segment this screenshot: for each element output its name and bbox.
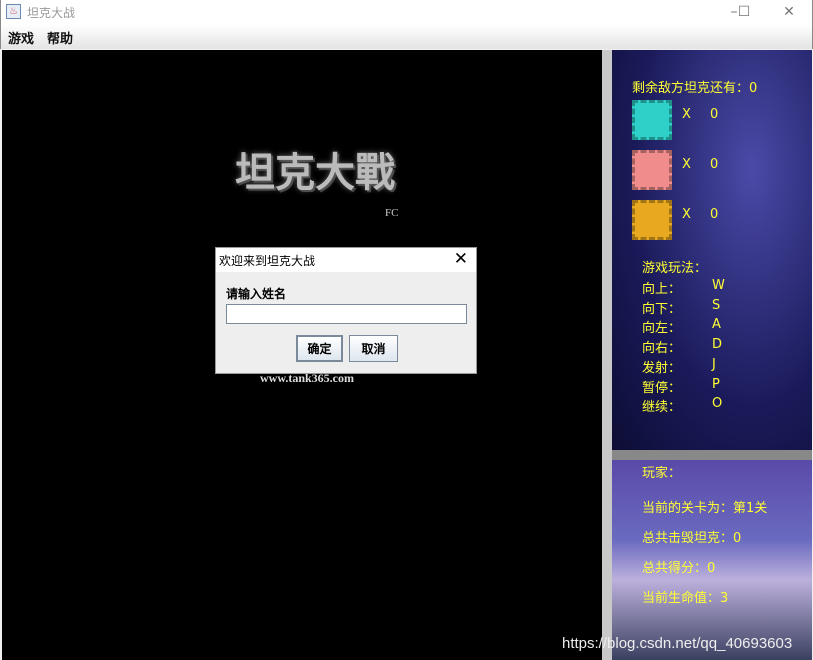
watermark: https://blog.csdn.net/qq_40693603 [562,635,792,652]
times-label: X [682,207,691,222]
tank-count: 0 [710,107,718,122]
title-bar: ♨ 坦克大战 – ☐ ✕ [0,0,813,24]
logo-fc: FC [385,207,398,219]
java-app-icon: ♨ [6,4,21,19]
player-name: 玩家： [642,462,681,481]
current-level: 当前的关卡为：第1关 [642,497,767,516]
cancel-button[interactable]: 取消 [349,335,398,362]
window-title: 坦克大战 [27,4,75,21]
times-label: X [682,157,691,172]
control-action: 继续： [642,396,681,415]
times-label: X [682,107,691,122]
dialog-title: 欢迎来到坦克大战 [219,254,315,268]
howto-heading: 游戏玩法： [642,257,707,276]
dialog-title-bar: 欢迎来到坦克大战 ✕ [216,248,476,272]
control-key: S [712,298,720,313]
enemy-tank-gold-icon [632,200,672,240]
remaining-enemies: 剩余敌方坦克还有：0 [632,77,757,96]
name-input[interactable] [226,304,467,324]
control-action: 向下： [642,298,681,317]
tank-count: 0 [710,207,718,222]
control-key: P [712,377,720,392]
panel-divider [612,450,812,460]
control-key: D [712,337,722,352]
control-action: 向右： [642,337,681,356]
total-score: 总共得分：0 [642,557,715,576]
current-lives: 当前生命值：3 [642,587,728,606]
control-action: 向左： [642,317,681,336]
control-key: W [712,278,725,293]
control-action: 暂停： [642,377,681,396]
tank-count: 0 [710,157,718,172]
menu-game[interactable]: 游戏 [8,28,34,47]
enemy-tank-pink-icon [632,150,672,190]
info-panel: 剩余敌方坦克还有：0 X 0 X 0 X 0 游戏玩法： 向上： W 向下： S 向左：… [612,50,812,450]
close-button[interactable]: ✕ [774,2,804,22]
enemy-tank-cyan-icon [632,100,672,140]
control-key: A [712,317,721,332]
maximize-button[interactable]: ☐ [729,2,759,22]
menu-help[interactable]: 帮助 [47,28,73,47]
separator [602,50,612,660]
ok-button[interactable]: 确定 [296,335,343,362]
name-label: 请输入姓名 [226,285,286,302]
stats-panel: 玩家： 当前的关卡为：第1关 总共击毁坦克：0 总共得分：0 当前生命值：3 [612,460,812,660]
menu-bar: 游戏 帮助 [0,24,813,49]
control-key: J [712,357,716,372]
control-action: 向上： [642,278,681,297]
name-dialog: 欢迎来到坦克大战 ✕ 请输入姓名 确定 取消 [215,247,477,374]
control-key: O [712,396,722,411]
dialog-close-icon[interactable]: ✕ [454,249,468,269]
total-kills: 总共击毁坦克：0 [642,527,741,546]
game-logo: 坦克大戰 [235,140,395,198]
control-action: 发射： [642,357,681,376]
